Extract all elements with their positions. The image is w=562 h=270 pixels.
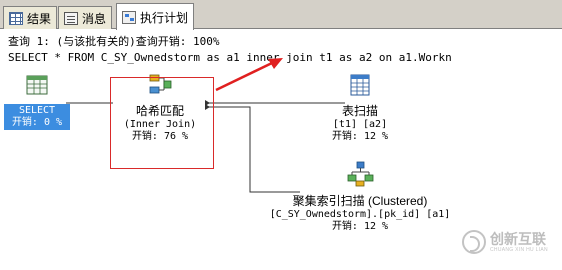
table-scan-cost: 开销: 12 % — [331, 131, 389, 142]
clustered-index-scan-icon — [347, 161, 374, 187]
table-scan-detail: [t1] [a2] — [332, 119, 388, 130]
index-scan-cost: 开销: 12 % — [331, 221, 389, 232]
table-scan-name: 表扫描 — [341, 104, 378, 118]
select-node-name: SELECT — [18, 105, 56, 116]
watermark-logo: 创新互联 CHUANG XIN HU LIAN — [462, 230, 548, 254]
select-icon — [26, 75, 48, 95]
index-scan-detail: [C_SY_Ownedstorm].[pk_id] [a1] — [269, 209, 451, 220]
select-label-box: SELECT 开销: 0 % — [4, 104, 70, 130]
index-scan-name: 聚集索引扫描 (Clustered) — [292, 194, 428, 208]
annotation-highlight-box — [110, 77, 214, 169]
watermark-logo-icon — [462, 230, 486, 254]
plan-node-table-scan[interactable]: 表扫描 [t1] [a2] 开销: 12 % — [300, 72, 420, 143]
watermark-title: 创新互联 — [490, 230, 546, 247]
watermark-text-block: 创新互联 CHUANG XIN HU LIAN — [490, 230, 548, 253]
table-scan-icon — [350, 74, 370, 96]
annotation-arrow-line — [215, 61, 273, 92]
plan-node-select[interactable]: SELECT 开销: 0 % — [4, 72, 70, 130]
plan-node-clustered-index-scan[interactable]: 聚集索引扫描 (Clustered) [C_SY_Ownedstorm].[pk… — [240, 160, 480, 233]
watermark-subtitle: CHUANG XIN HU LIAN — [490, 246, 548, 253]
select-node-cost: 开销: 0 % — [11, 117, 63, 128]
